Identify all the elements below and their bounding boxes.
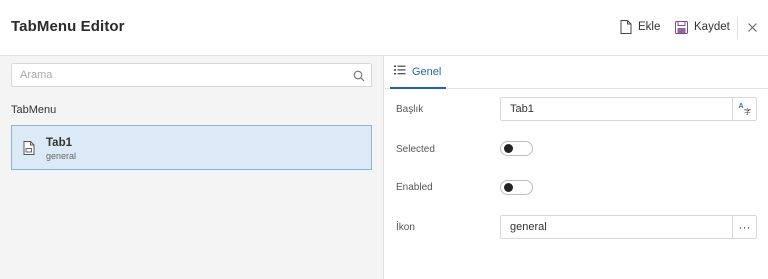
- ikon-browse-button[interactable]: ···: [732, 216, 756, 238]
- close-icon: [747, 19, 757, 37]
- svg-text:A: A: [738, 103, 743, 110]
- search-input[interactable]: [12, 64, 342, 86]
- list-icon: [394, 65, 406, 78]
- ikon-field: ···: [500, 215, 757, 239]
- selected-toggle-knob: [504, 144, 513, 153]
- translate-button[interactable]: A 字: [732, 98, 756, 120]
- baslik-input[interactable]: [501, 98, 731, 120]
- close-button[interactable]: [743, 18, 761, 38]
- tree-section-label: TabMenu: [11, 104, 57, 116]
- baslik-field: A 字: [500, 97, 757, 121]
- tab-item-icon: [23, 141, 35, 160]
- add-button[interactable]: Ekle: [620, 16, 660, 38]
- save-icon: [675, 20, 688, 34]
- tree-item-name: Tab1: [46, 137, 72, 149]
- tab-genel-label: Genel: [412, 65, 442, 78]
- new-document-icon: [620, 20, 632, 34]
- save-button-label: Kaydet: [694, 21, 730, 33]
- tab-genel[interactable]: Genel: [390, 56, 446, 89]
- tree-item-subtitle: general: [46, 151, 77, 161]
- save-button[interactable]: Kaydet: [675, 16, 730, 38]
- properties-panel: Genel Başlık A 字 Selected Enabled İkon ·…: [385, 56, 768, 279]
- baslik-label: Başlık: [396, 104, 424, 115]
- ikon-label: İkon: [396, 222, 415, 233]
- ikon-input[interactable]: [501, 216, 731, 238]
- enabled-label: Enabled: [396, 182, 433, 193]
- svg-text:字: 字: [744, 107, 751, 115]
- header-divider: [737, 17, 738, 39]
- search-box: [11, 63, 372, 87]
- page-title: TabMenu Editor: [11, 18, 125, 35]
- outline-panel: TabMenu Tab1 general: [0, 56, 384, 279]
- selected-toggle[interactable]: [500, 141, 533, 156]
- translate-icon: A 字: [738, 101, 752, 118]
- enabled-toggle-knob: [504, 183, 513, 192]
- tree-item-tab1[interactable]: Tab1 general: [11, 125, 372, 170]
- enabled-toggle[interactable]: [500, 180, 533, 195]
- add-button-label: Ekle: [638, 21, 661, 33]
- properties-tabbar: Genel: [385, 56, 768, 89]
- editor-header: TabMenu Editor Ekle Kaydet: [0, 0, 768, 56]
- search-icon[interactable]: [353, 69, 365, 87]
- selected-label: Selected: [396, 144, 435, 155]
